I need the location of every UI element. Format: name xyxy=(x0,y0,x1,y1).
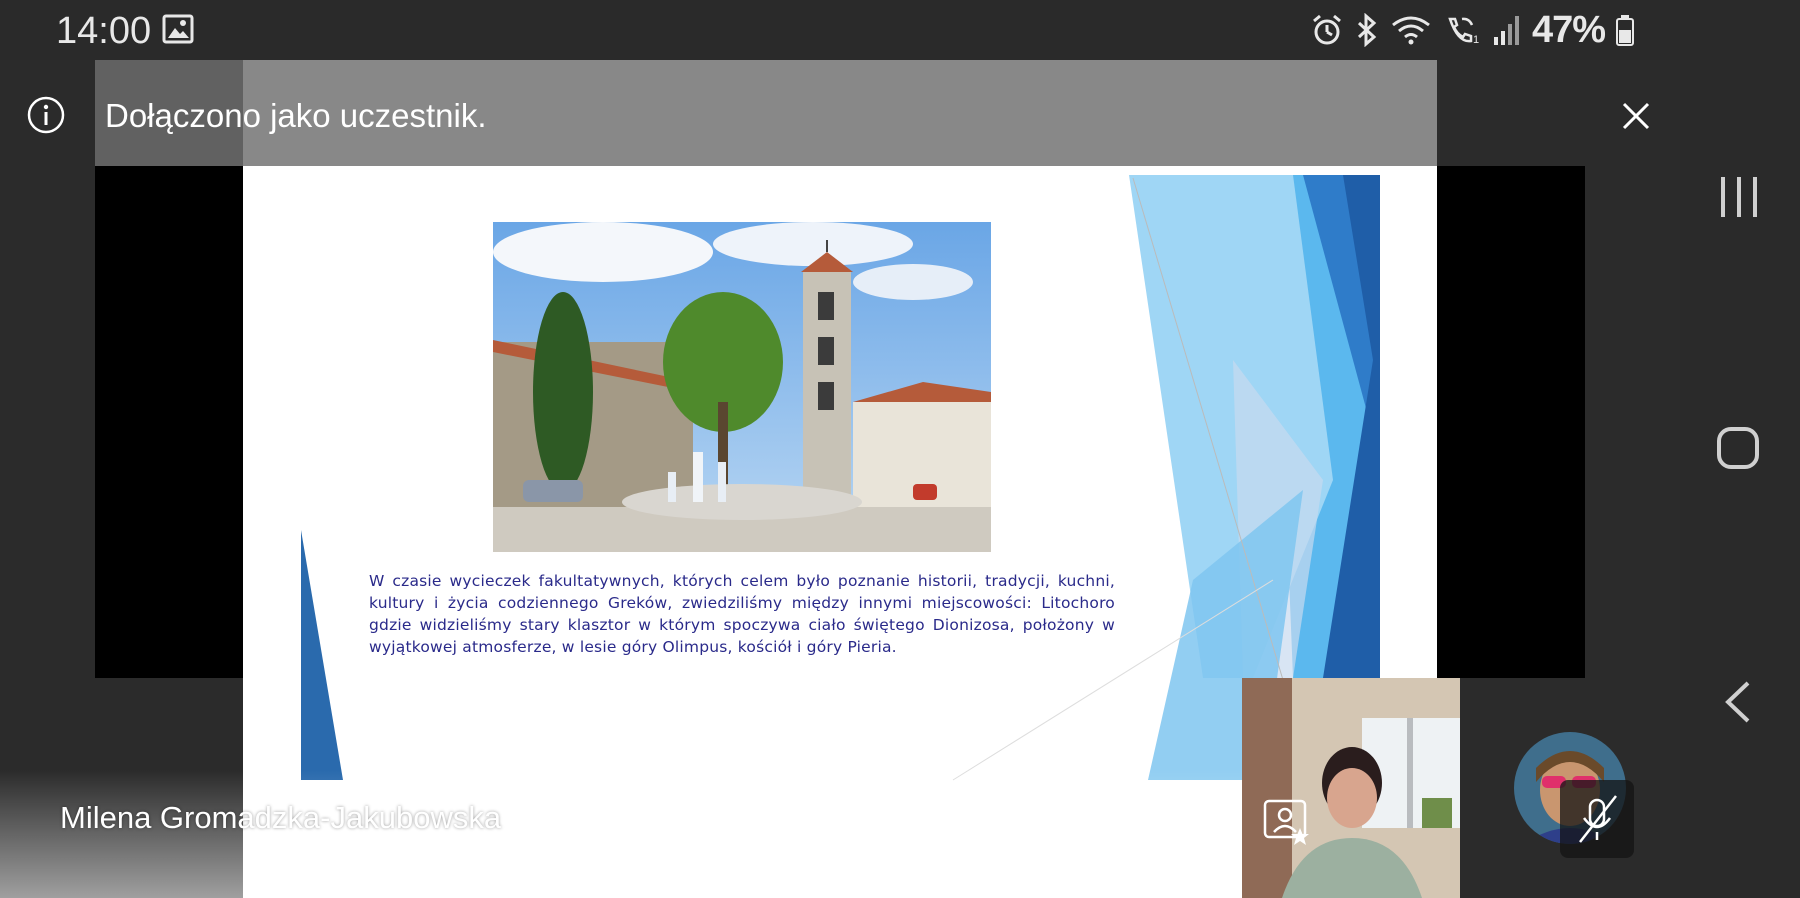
svg-text:1: 1 xyxy=(1473,34,1479,46)
recents-icon[interactable] xyxy=(1718,175,1760,219)
wifi-icon xyxy=(1392,16,1430,45)
presenter-name: Milena Gromadzka-Jakubowska xyxy=(60,800,502,835)
status-clock: 14:00 xyxy=(56,10,152,52)
banner-message: Dołączono jako uczestnik. xyxy=(105,97,487,134)
bluetooth-icon xyxy=(1357,13,1377,47)
presenter-icon xyxy=(1263,799,1309,845)
close-icon[interactable] xyxy=(1616,96,1656,136)
battery-icon xyxy=(1616,15,1635,46)
banner-right-panel xyxy=(1437,60,1585,166)
participant-video xyxy=(1242,678,1460,898)
status-icons: 1 47% xyxy=(1310,9,1635,51)
battery-percentage: 47% xyxy=(1532,8,1606,51)
alarm-icon xyxy=(1313,14,1341,45)
signal-icon xyxy=(1494,16,1519,45)
mic-off-icon xyxy=(1560,780,1634,858)
back-icon[interactable] xyxy=(1722,680,1754,724)
slide-photo xyxy=(493,222,991,552)
participant-video-tile[interactable] xyxy=(1242,678,1460,898)
slide-body-text: W czasie wycieczek fakultatywnych, który… xyxy=(369,572,1115,656)
home-icon[interactable] xyxy=(1716,426,1760,470)
gallery-icon xyxy=(162,14,194,44)
info-icon xyxy=(27,96,65,134)
presenter-icon xyxy=(546,798,592,844)
wifi-calling-icon: 1 xyxy=(1448,17,1479,46)
